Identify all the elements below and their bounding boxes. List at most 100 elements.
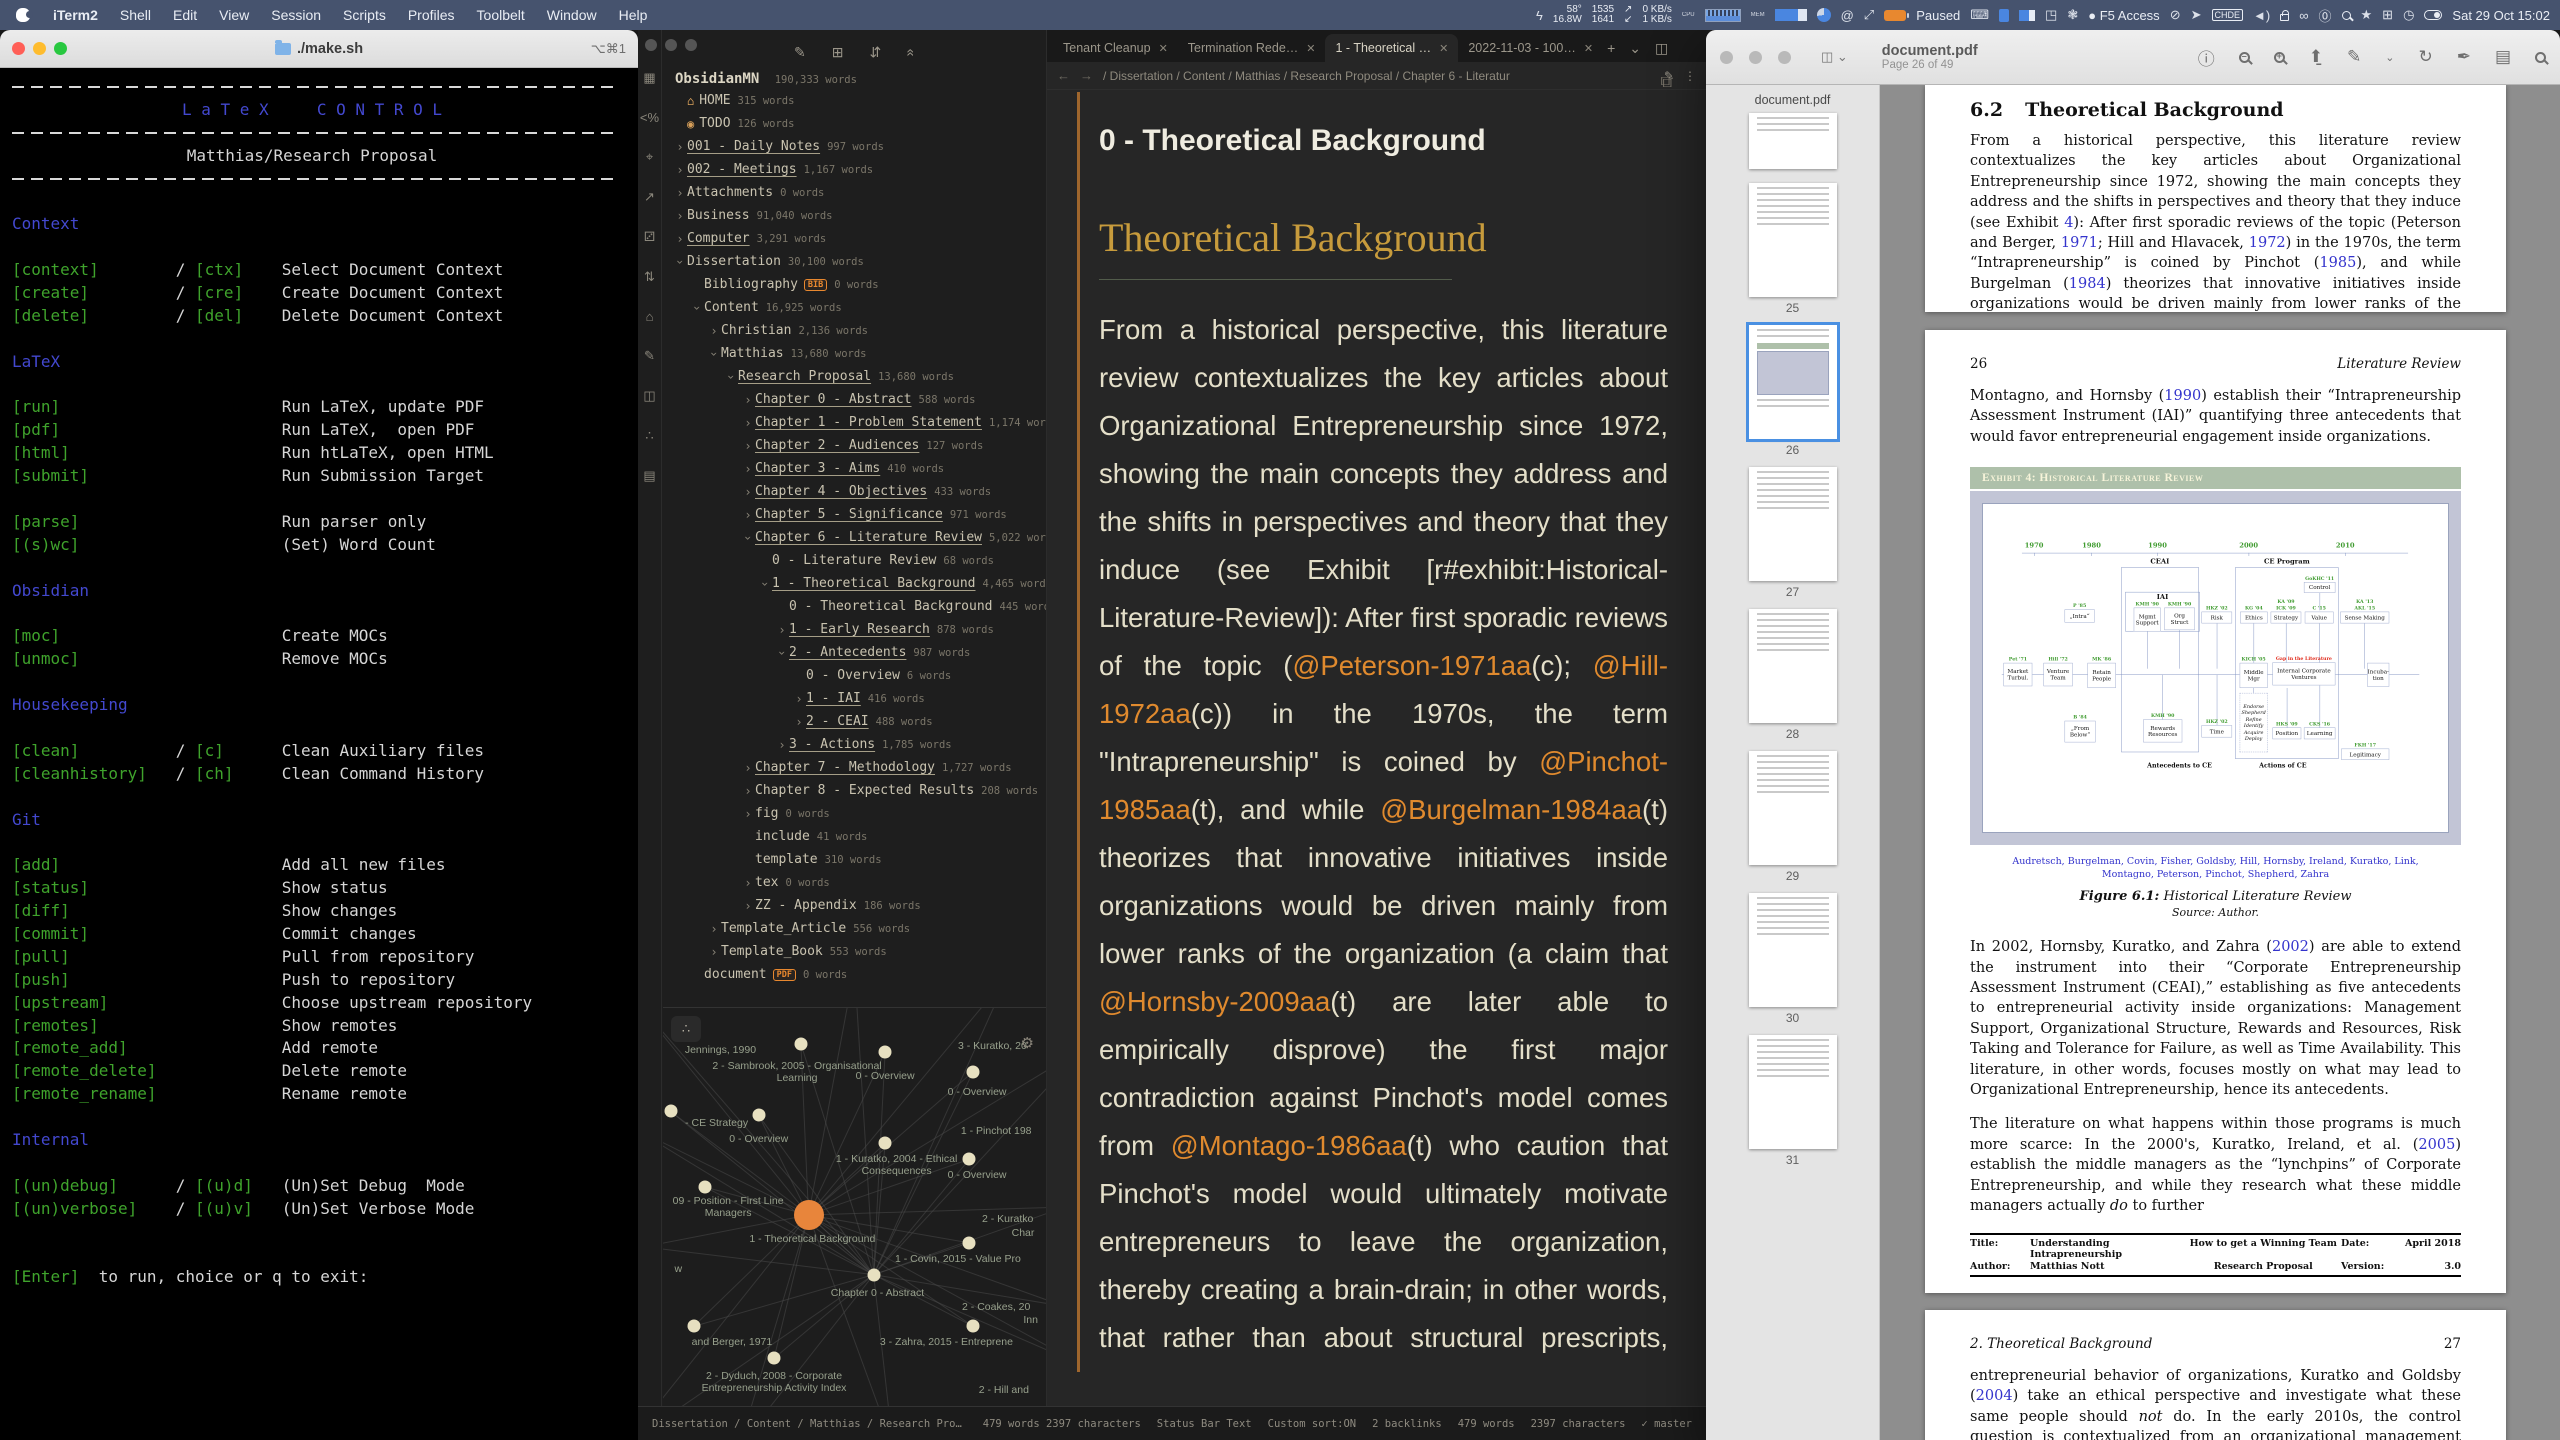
tab-list-icon[interactable]: ⌄ xyxy=(1629,40,1641,57)
back-icon[interactable]: ← xyxy=(1057,68,1070,83)
local-graph-panel[interactable]: ∴ ⚙ Jennings, 19902 - Sambrook, 2005 - O… xyxy=(663,1007,1046,1406)
menu-help[interactable]: Help xyxy=(608,7,659,23)
paused-label[interactable]: Paused xyxy=(1916,8,1960,23)
f5-access-item[interactable]: ● F5 Access xyxy=(2088,8,2159,23)
citation-link[interactable]: @Hornsby-2009aa xyxy=(1099,986,1330,1017)
markup-chevron-icon[interactable]: ⌄ xyxy=(2385,51,2394,64)
page-thumbnail-28[interactable] xyxy=(1749,609,1837,723)
info-icon[interactable]: ⓘ xyxy=(2198,45,2215,70)
tree-item[interactable]: include41 words xyxy=(663,825,1046,848)
tab-close-icon[interactable]: ✕ xyxy=(1439,42,1448,55)
new-folder-icon[interactable]: ⊞ xyxy=(832,44,844,61)
tree-item[interactable]: 0 - Overview6 words xyxy=(663,664,1046,687)
wifi-off-icon[interactable]: ⊘ xyxy=(2170,7,2181,23)
page-thumbnail-29[interactable] xyxy=(1749,751,1837,865)
tree-item[interactable]: ›1 - Early Research878 words xyxy=(663,618,1046,641)
templater-icon[interactable]: <% xyxy=(640,110,659,125)
graph-node[interactable] xyxy=(879,1045,892,1058)
page-thumbnail-31[interactable] xyxy=(1749,1035,1837,1149)
locate-icon[interactable]: ⌖ xyxy=(646,149,653,165)
new-note-icon[interactable]: ✎ xyxy=(794,44,806,61)
share-icon[interactable]: ⬆̱ xyxy=(2309,47,2323,67)
status-git-branch[interactable]: ✓ master xyxy=(1641,1418,1692,1430)
tab-termination-rede-[interactable]: Termination Rede…✕ xyxy=(1178,34,1326,62)
tree-item[interactable]: ›ZZ - Appendix186 words xyxy=(663,894,1046,917)
tree-item[interactable]: ⌂HOME315 words xyxy=(663,89,1046,112)
bar-indicator-icon[interactable] xyxy=(2019,10,2035,21)
graph-view-button[interactable]: ∴ xyxy=(671,1016,701,1042)
battery-icon[interactable] xyxy=(1884,10,1906,21)
search-icon[interactable] xyxy=(2535,52,2546,63)
tree-item[interactable]: ›Chapter 0 - Abstract588 words xyxy=(663,388,1046,411)
sidebar-toggle-icon[interactable]: ◫ ⌄ xyxy=(1821,49,1848,65)
keyboard-icon[interactable]: ⌨ xyxy=(1970,7,1989,23)
menu-edit[interactable]: Edit xyxy=(162,7,208,23)
tree-item[interactable]: ›2 - CEAI488 words xyxy=(663,710,1046,733)
speaker-icon[interactable]: ◄) xyxy=(2253,8,2270,23)
tree-item[interactable]: ›001 - Daily Notes997 words xyxy=(663,135,1046,158)
clock-icon[interactable]: ◷ xyxy=(2403,7,2414,23)
menu-profiles[interactable]: Profiles xyxy=(397,7,466,23)
tree-item[interactable]: ›Attachments0 words xyxy=(663,181,1046,204)
pdf-content-area[interactable]: 6.2Theoretical Background From a histori… xyxy=(1880,85,2560,1440)
note-inline-title[interactable]: 0 - Theoretical Background xyxy=(1099,124,1668,158)
menu-clock[interactable]: Sat 29 Oct 15:02 xyxy=(2452,8,2550,23)
tree-item[interactable]: ›Template_Article556 words xyxy=(663,917,1046,940)
tree-item[interactable]: ›3 - Actions1,785 words xyxy=(663,733,1046,756)
menu-iterm2[interactable]: iTerm2 xyxy=(42,7,109,23)
tree-item[interactable]: ›Chapter 7 - Methodology1,727 words xyxy=(663,756,1046,779)
at-circle-icon[interactable]: @ xyxy=(1841,8,1854,23)
tree-item[interactable]: 0 - Theoretical Background445 words xyxy=(663,595,1046,618)
page-thumbnail-26[interactable] xyxy=(1749,325,1837,439)
page-thumbnail-30[interactable] xyxy=(1749,893,1837,1007)
graph-node[interactable] xyxy=(752,1109,765,1122)
tree-item[interactable]: ›Chapter 4 - Objectives433 words xyxy=(663,480,1046,503)
cpu-graph[interactable] xyxy=(1705,9,1741,22)
graph-node[interactable] xyxy=(867,1268,880,1281)
tree-item[interactable]: ›Business91,040 words xyxy=(663,204,1046,227)
doc-indicator-icon[interactable] xyxy=(1999,9,2009,22)
menu-window[interactable]: Window xyxy=(536,7,608,23)
tree-item[interactable]: ›Matthias13,680 words xyxy=(663,342,1046,365)
forward-icon[interactable]: → xyxy=(1080,68,1093,83)
tree-item[interactable]: ›Template_Book553 words xyxy=(663,940,1046,963)
close-button[interactable] xyxy=(1720,51,1733,64)
open-link-icon[interactable]: ↗ xyxy=(644,189,655,205)
input-source-item[interactable]: CHDE xyxy=(2212,9,2244,21)
split-pane-icon[interactable]: ◫ xyxy=(1655,40,1668,57)
more-options-icon[interactable]: ⋮ xyxy=(1684,69,1696,83)
rotate-icon[interactable]: ↻ xyxy=(2418,47,2432,67)
card-icon[interactable]: ◫ xyxy=(643,388,655,404)
status-backlinks[interactable]: 2 backlinks xyxy=(1372,1418,1442,1430)
tree-item[interactable]: 0 - Literature Review68 words xyxy=(663,549,1046,572)
tree-item[interactable]: ›Christian2,136 words xyxy=(663,319,1046,342)
graph-node[interactable] xyxy=(967,1320,980,1333)
star-icon[interactable]: ★ xyxy=(2361,7,2373,23)
tree-item[interactable]: documentPDF0 words xyxy=(663,963,1046,986)
grid-icon[interactable]: ⊞ xyxy=(2382,7,2393,23)
app-icon-2[interactable]: ❃ xyxy=(2067,7,2078,23)
graph-node[interactable] xyxy=(967,1065,980,1078)
vault-title[interactable]: ObsidianMN 190,333 words xyxy=(663,65,1046,89)
graph-node[interactable] xyxy=(963,1236,976,1249)
new-tab-icon[interactable]: + xyxy=(1607,40,1615,56)
bolt-icon[interactable]: ϟ xyxy=(1536,8,1543,23)
zero-icon[interactable]: ⓪ xyxy=(2319,6,2332,25)
switch-icon[interactable] xyxy=(2424,10,2442,20)
graph-node[interactable] xyxy=(768,1352,781,1365)
graph-icon[interactable]: ∴ xyxy=(645,428,653,444)
tree-item[interactable]: ›Content16,925 words xyxy=(663,296,1046,319)
tree-item[interactable]: ›Research Proposal13,680 words xyxy=(663,365,1046,388)
apple-menu-icon[interactable] xyxy=(16,8,30,22)
menu-scripts[interactable]: Scripts xyxy=(332,7,397,23)
terminal-output[interactable]: L a T e X C O N T R O LMatthias/Research… xyxy=(0,68,638,1289)
note-content[interactable]: 0 - Theoretical Background Theoretical B… xyxy=(1047,90,1706,1372)
minimize-button[interactable] xyxy=(1749,51,1762,64)
sort-order-icon[interactable]: ⇵ xyxy=(869,44,881,61)
graph-node[interactable] xyxy=(687,1320,700,1333)
citation-link[interactable]: @Montago-1986aa xyxy=(1171,1130,1407,1161)
tab-2022-11-03-100-[interactable]: 2022-11-03 - 100…✕ xyxy=(1458,34,1603,62)
tree-item[interactable]: ›2 - Antecedents987 words xyxy=(663,641,1046,664)
tab-tenant-cleanup[interactable]: Tenant Cleanup✕ xyxy=(1053,34,1178,62)
zoom-button[interactable] xyxy=(1778,51,1791,64)
